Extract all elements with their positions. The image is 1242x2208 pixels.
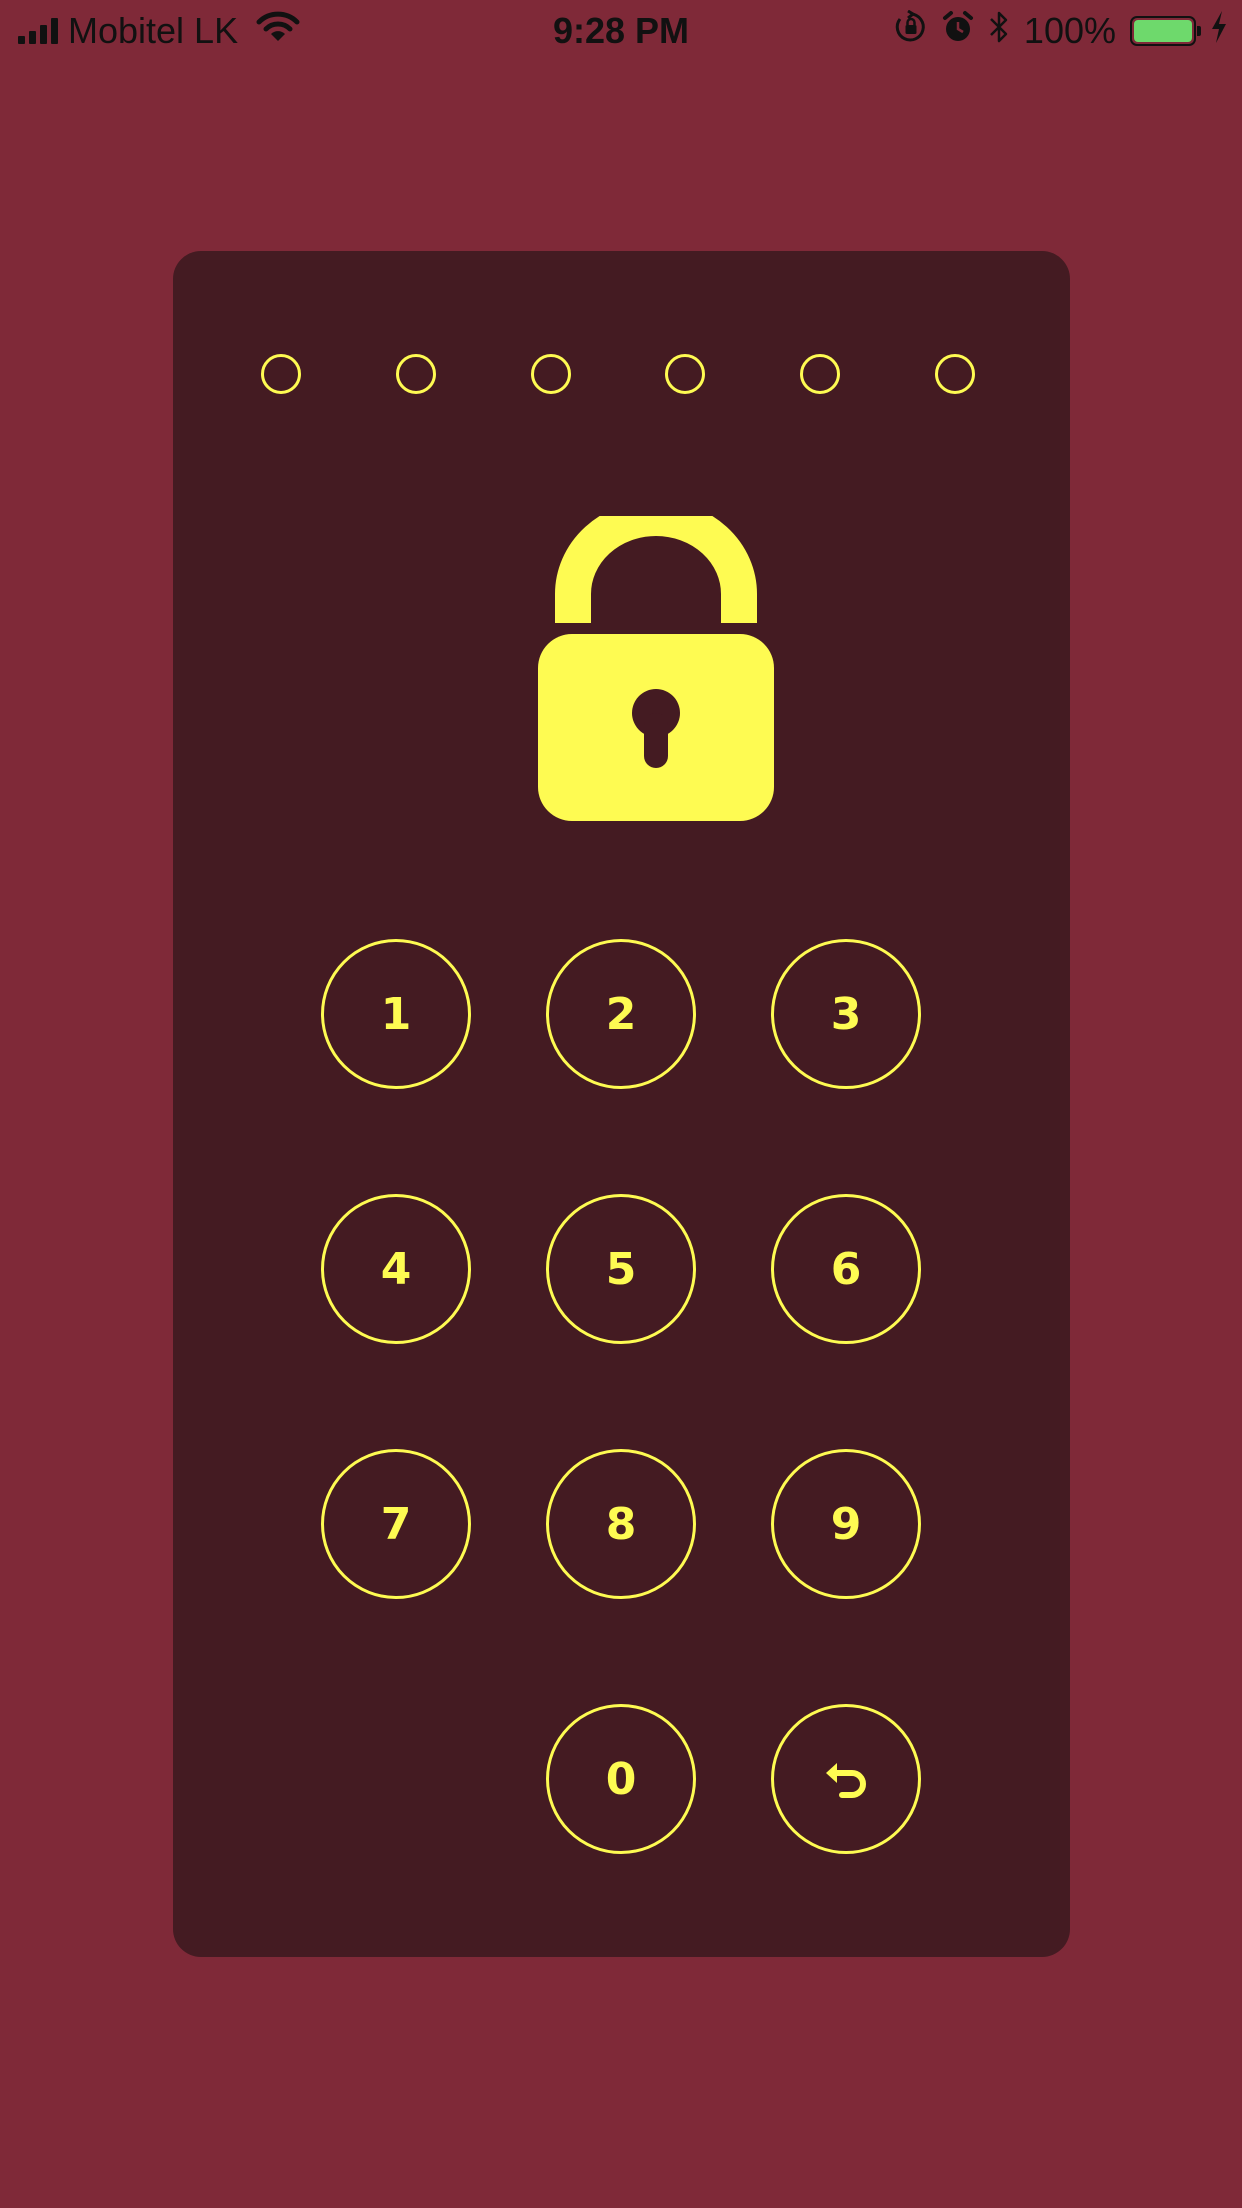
keypad-key-1[interactable]: 1 [321,939,471,1089]
keypad-key-4[interactable]: 4 [321,1194,471,1344]
status-right: 100% [894,8,1228,54]
bluetooth-icon [988,9,1010,54]
passcode-panel: 1 2 3 4 5 6 7 8 9 0 [173,251,1070,1957]
battery-level-fill [1134,20,1192,42]
status-bar: Mobitel LK 9:28 PM 100% [0,0,1242,62]
keypad-key-7[interactable]: 7 [321,1449,471,1599]
passcode-dot-1 [261,354,301,394]
keypad-key-3[interactable]: 3 [771,939,921,1089]
keypad-key-2[interactable]: 2 [546,939,696,1089]
keypad-key-6[interactable]: 6 [771,1194,921,1344]
passcode-dot-5 [800,354,840,394]
keypad-key-5[interactable]: 5 [546,1194,696,1344]
charging-icon [1210,10,1228,53]
battery-percent: 100% [1023,10,1116,51]
battery-icon [1130,16,1201,46]
backspace-button[interactable] [771,1704,921,1854]
orientation-lock-icon [894,9,928,53]
undo-arrow-icon [826,1763,866,1798]
keypad-key-0[interactable]: 0 [546,1704,696,1854]
passcode-dot-4 [665,354,705,394]
alarm-icon [942,10,974,53]
padlock-icon [538,516,774,821]
keypad-key-9[interactable]: 9 [771,1449,921,1599]
passcode-dot-3 [531,354,571,394]
keypad-key-8[interactable]: 8 [546,1449,696,1599]
passcode-dot-6 [935,354,975,394]
passcode-dot-2 [396,354,436,394]
